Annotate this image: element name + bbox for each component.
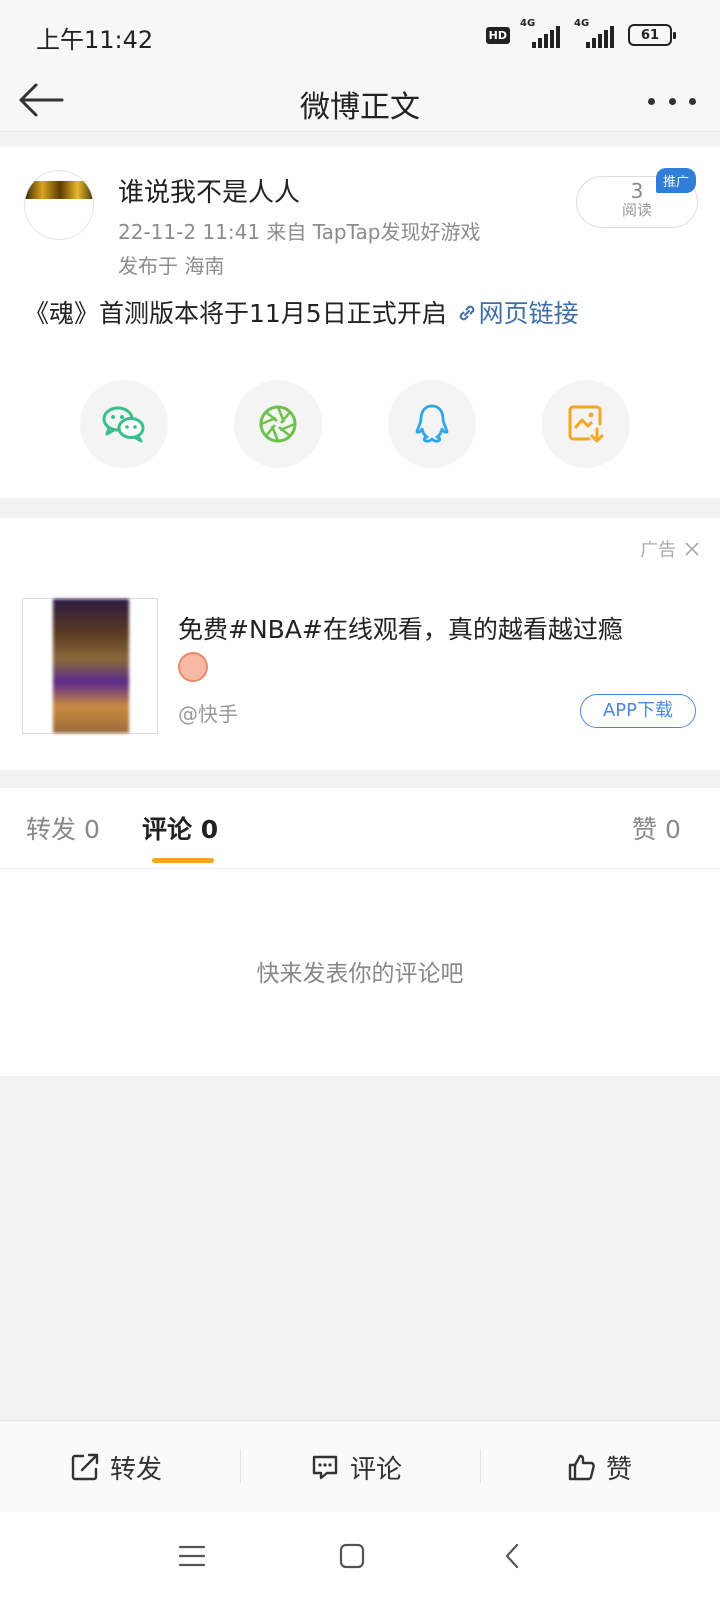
- ad-title[interactable]: 免费#NBA#在线观看，真的越看越过瘾: [178, 610, 623, 646]
- tabs-section: 转发 0 评论 0 赞 0 快来发表你的评论吧: [0, 788, 720, 1076]
- tab-comment-count: 0: [200, 815, 219, 844]
- author-name[interactable]: 谁说我不是人人: [118, 172, 300, 209]
- status-time: 上午11:42: [36, 26, 154, 54]
- ad-card[interactable]: 广告 免费#NBA#在线观看，真的越看越过瘾 @快手 APP下载: [0, 518, 720, 770]
- repost-icon: [71, 1453, 99, 1481]
- save-image-icon: [568, 405, 604, 443]
- more-options-button[interactable]: [648, 86, 696, 116]
- ad-thumbnail-image: [53, 599, 129, 733]
- post-text: 《魂》首测版本将于11月5日正式开启 网页链接: [24, 294, 579, 330]
- wechat-icon: [102, 406, 145, 443]
- divider: [480, 1449, 481, 1483]
- ad-label-text: 广告: [640, 540, 677, 561]
- web-link-text: 网页链接: [478, 299, 579, 328]
- divider: [0, 868, 720, 869]
- signal-icon: 4G: [574, 18, 618, 48]
- tab-repost-count: 0: [83, 815, 100, 844]
- comment-label: 评论: [350, 1454, 403, 1485]
- repost-label: 转发: [110, 1454, 163, 1485]
- share-qq-button[interactable]: [388, 380, 476, 468]
- share-wechat-button[interactable]: [80, 380, 168, 468]
- like-button[interactable]: 赞: [566, 1421, 632, 1513]
- like-label: 赞: [606, 1454, 633, 1485]
- repost-button[interactable]: 转发: [70, 1421, 162, 1513]
- post-location: 发布于 海南: [118, 254, 225, 278]
- link-icon: [459, 305, 474, 321]
- ad-label[interactable]: 广告: [640, 536, 700, 562]
- hd-badge: HD: [485, 26, 510, 44]
- promo-tag: 推广: [656, 168, 697, 193]
- thumbs-up-icon: [568, 1454, 595, 1481]
- ad-thumbnail[interactable]: [22, 598, 158, 734]
- divider: [240, 1449, 241, 1483]
- chevron-left-icon: [505, 1543, 519, 1569]
- close-icon[interactable]: [684, 541, 700, 557]
- home-square-icon: [339, 1543, 365, 1569]
- comment-icon: [312, 1455, 338, 1480]
- post-body: 《魂》首测版本将于11月5日正式开启: [24, 299, 447, 328]
- tab-repost-label: 转发: [26, 815, 77, 844]
- tab-like-label: 赞: [632, 815, 658, 844]
- battery-icon: 61: [628, 24, 676, 46]
- more-dot-icon: [668, 97, 676, 105]
- author-avatar[interactable]: [24, 170, 94, 240]
- web-link[interactable]: 网页链接: [455, 299, 579, 328]
- tab-comment-label: 评论: [142, 815, 193, 844]
- bottom-action-bar: 转发 评论 赞: [0, 1420, 720, 1512]
- avatar-logo: [25, 181, 93, 199]
- status-bar: 上午11:42 HD 4G 4G 61: [0, 0, 720, 68]
- tab-like-count: 0: [664, 815, 681, 844]
- home-button[interactable]: [330, 1534, 374, 1578]
- app-download-button[interactable]: APP下载: [580, 694, 696, 728]
- system-nav-bar: [0, 1512, 720, 1600]
- read-label: 阅读: [621, 201, 652, 219]
- moments-icon: [259, 405, 297, 443]
- menu-icon: [178, 1545, 206, 1567]
- status-icons: HD 4G 4G 61: [485, 18, 676, 48]
- post-meta: 22-11-2 11:41 来自 TapTap发现好游戏: [118, 220, 481, 244]
- tab-repost[interactable]: 转发 0: [26, 810, 100, 846]
- more-dot-icon: [689, 97, 696, 105]
- ad-emoji-icon: [178, 652, 208, 682]
- more-dot-icon: [648, 97, 655, 105]
- nav-bar: 微博正文: [0, 68, 720, 132]
- comment-button[interactable]: 评论: [310, 1421, 402, 1513]
- tab-comment[interactable]: 评论 0: [142, 810, 218, 846]
- qq-icon: [415, 404, 449, 443]
- system-back-button[interactable]: [490, 1534, 534, 1578]
- share-row: [80, 380, 640, 468]
- menu-button[interactable]: [170, 1534, 214, 1578]
- ad-source: @快手: [178, 702, 238, 726]
- empty-comment-hint: 快来发表你的评论吧: [256, 961, 464, 987]
- share-moments-button[interactable]: [234, 380, 322, 468]
- active-tab-indicator: [152, 858, 214, 863]
- signal-icon: 4G: [520, 18, 564, 48]
- post-card: 谁说我不是人人 22-11-2 11:41 来自 TapTap发现好游戏 发布于…: [0, 146, 720, 498]
- tab-like[interactable]: 赞 0: [632, 810, 681, 846]
- page-title: 微博正文: [300, 90, 420, 125]
- save-image-button[interactable]: [542, 380, 630, 468]
